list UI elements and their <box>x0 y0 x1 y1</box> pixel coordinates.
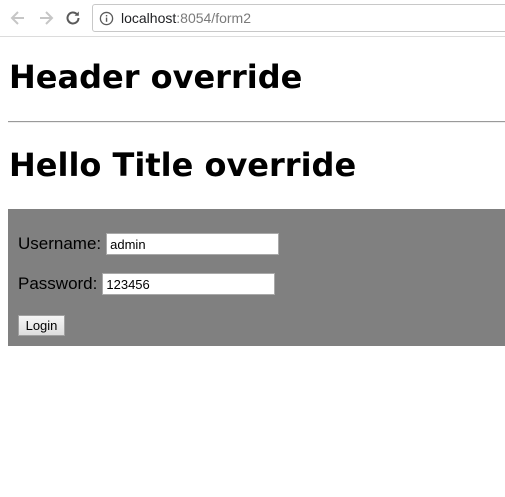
browser-toolbar: localhost:8054/form2 <box>0 0 505 37</box>
forward-button[interactable] <box>36 8 56 28</box>
login-button[interactable]: Login <box>18 315 65 336</box>
back-button[interactable] <box>8 8 28 28</box>
divider <box>8 121 505 123</box>
arrow-right-icon <box>40 11 54 25</box>
username-input[interactable] <box>106 233 280 255</box>
page-title: Hello Title override <box>9 146 357 184</box>
arrow-left-icon <box>10 11 24 25</box>
password-label: Password: <box>18 274 98 293</box>
password-input[interactable] <box>102 273 276 295</box>
address-bar[interactable]: localhost:8054/form2 <box>92 4 505 32</box>
url-host: localhost <box>121 10 177 26</box>
reload-button[interactable] <box>63 8 83 28</box>
url-text: localhost:8054/form2 <box>121 10 251 26</box>
page-header: Header override <box>9 58 303 96</box>
login-form: Username: Password: Login <box>8 209 505 346</box>
password-row: Password: <box>18 273 276 295</box>
reload-icon <box>66 11 80 25</box>
info-icon[interactable] <box>99 10 115 26</box>
url-path: :8054/form2 <box>176 10 251 26</box>
username-label: Username: <box>18 234 102 253</box>
username-row: Username: <box>18 233 280 255</box>
